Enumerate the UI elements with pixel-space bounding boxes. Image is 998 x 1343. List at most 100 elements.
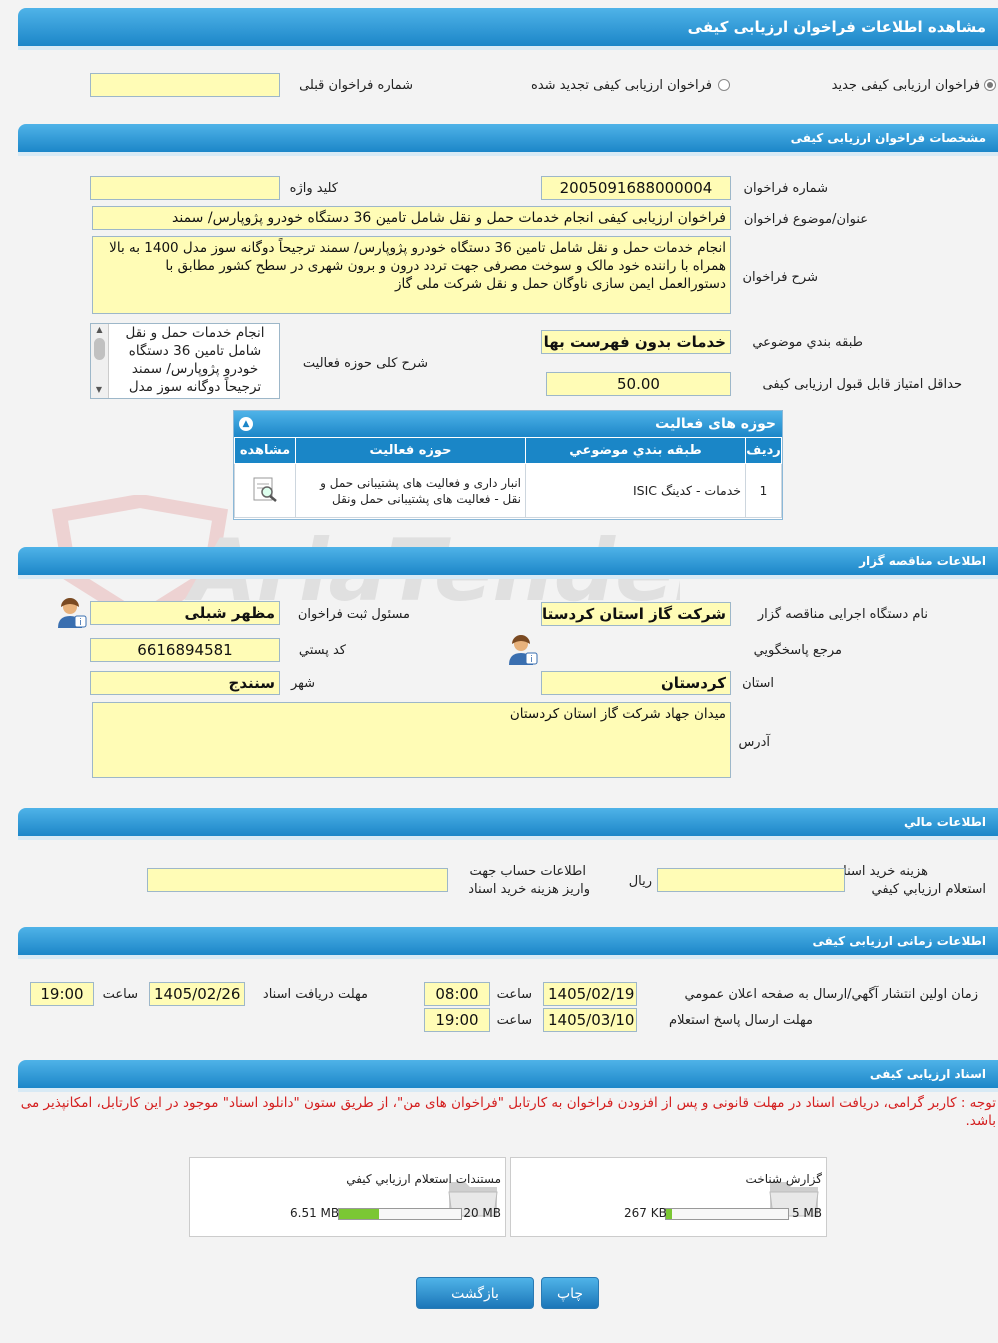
desc-label: شرح فراخوان: [742, 270, 819, 285]
min-score-label: حداقل امتیاز قابل قبول ارزیابی کیفی: [762, 377, 962, 392]
cell-view[interactable]: [234, 463, 296, 518]
address-label: آدرس: [738, 735, 770, 750]
previous-number-field[interactable]: [90, 73, 280, 97]
receive-date-field[interactable]: 1405/02/26: [149, 982, 245, 1006]
file-progress-fill: [339, 1209, 380, 1219]
file-name[interactable]: مستندات استعلام ارزيابي کيفي: [346, 1172, 501, 1186]
collapse-icon[interactable]: ▲: [239, 417, 253, 431]
reference-person-icon[interactable]: i: [508, 635, 538, 665]
radio-new[interactable]: [984, 79, 996, 91]
category-label: طبقه بندي موضوعي: [752, 335, 863, 350]
city-label: شهر: [290, 676, 315, 691]
print-button[interactable]: چاپ: [541, 1277, 599, 1309]
page-title: مشاهده اطلاعات فراخوان ارزیابی کیفی: [687, 18, 986, 36]
receive-label: مهلت دریافت اسناد: [262, 987, 368, 1002]
radio-renewed[interactable]: [718, 79, 730, 91]
min-score-field[interactable]: 50.00: [546, 372, 731, 396]
svg-text:i: i: [79, 618, 82, 628]
cell-field: انبار داری و فعالیت های پشتیبانی حمل و ن…: [295, 463, 526, 518]
desc-field[interactable]: انجام خدمات حمل و نقل شامل تامین 36 دستگ…: [92, 236, 731, 314]
scroll-thumb[interactable]: [94, 338, 105, 360]
account-label-2: واریز هزینه خرید اسناد: [468, 882, 590, 897]
city-field[interactable]: سنندج: [90, 671, 280, 695]
col-row: رديف: [745, 437, 782, 464]
category-field[interactable]: خدمات بدون فهرست بها: [541, 330, 731, 354]
publish-date-field[interactable]: 1405/02/19: [543, 982, 637, 1006]
reply-label: مهلت ارسال پاسخ استعلام: [669, 1013, 813, 1028]
keyword-label: کلید واژه: [289, 181, 338, 196]
subject-label: عنوان/موضوع فراخوان: [743, 212, 868, 227]
reply-date-field[interactable]: 1405/03/10: [543, 1008, 637, 1032]
number-label: شماره فراخوان: [743, 181, 829, 196]
documents-notice: توجه : کاربر گرامی، دریافت اسناد در مهلت…: [20, 1095, 996, 1129]
org-field[interactable]: شرکت گاز استان کردستان: [541, 602, 731, 626]
activities-header: حوزه های فعالیت ▲: [234, 411, 782, 437]
page-header: مشاهده اطلاعات فراخوان ارزیابی کیفی: [18, 8, 998, 50]
scroll-up-icon[interactable]: ▲: [91, 324, 108, 336]
file-card-docs[interactable]: مستندات استعلام ارزيابي کيفي 20 MB 6.51 …: [189, 1157, 506, 1237]
account-field[interactable]: [147, 868, 448, 892]
organizer-section-header: اطلاعات مناقصه گزار: [18, 547, 998, 579]
file-progress-fill: [666, 1209, 673, 1219]
spec-section-header: مشخصات فراخوان ارزیابی کیفی: [18, 124, 998, 156]
file-progress: [338, 1208, 462, 1220]
receive-time-field[interactable]: 19:00: [30, 982, 94, 1006]
reply-time-label: ساعت: [496, 1013, 532, 1028]
activity-listbox[interactable]: انجام خدمات حمل و نقل شامل تامین 36 دستگ…: [90, 323, 280, 399]
file-card-report[interactable]: گزارش شناخت 5 MB 267 KB: [510, 1157, 827, 1237]
financial-section-title: اطلاعات مالي: [903, 815, 986, 829]
publish-time-field[interactable]: 08:00: [424, 982, 490, 1006]
number-field[interactable]: 2005091688000004: [541, 176, 731, 200]
address-field[interactable]: میدان جهاد شرکت گاز استان کردستان: [92, 702, 731, 778]
table-row: 1 خدمات - کدینگ ISIC انبار داری و فعالیت…: [234, 463, 782, 518]
fee-field[interactable]: [657, 868, 845, 892]
file-size: 6.51 MB: [290, 1206, 340, 1220]
file-max: 20 MB: [463, 1206, 501, 1220]
org-label: نام دستگاه اجرایی مناقصه گزار: [757, 607, 928, 622]
activities-table: رديف طبقه بندي موضوعي حوزه فعالیت مشاهده…: [234, 437, 782, 518]
keyword-field[interactable]: [90, 176, 280, 200]
organizer-section-title: اطلاعات مناقصه گزار: [859, 554, 986, 568]
currency-label: ريال: [628, 874, 652, 889]
previous-number-label: شماره فراخوان قبلی: [299, 78, 413, 93]
col-view: مشاهده: [234, 437, 296, 464]
activity-text: انجام خدمات حمل و نقل شامل تامین 36 دستگ…: [125, 325, 265, 395]
registrar-person-icon[interactable]: i: [57, 598, 87, 628]
timing-section-title: اطلاعات زمانی ارزیابی کیفی: [812, 934, 986, 948]
spec-section-title: مشخصات فراخوان ارزیابی کیفی: [790, 131, 986, 145]
fee-label-2: استعلام ارزيابي کيفي: [871, 882, 987, 897]
cell-row: 1: [745, 463, 782, 518]
activities-panel: حوزه های فعالیت ▲ رديف طبقه بندي موضوعي …: [233, 410, 783, 520]
registrar-label: مسئول ثبت فراخوان: [297, 607, 410, 622]
file-progress: [665, 1208, 789, 1220]
scroll-down-icon[interactable]: ▼: [90, 384, 108, 396]
subject-field[interactable]: فراخوان ارزیابی کیفی انجام خدمات حمل و ن…: [92, 206, 731, 230]
account-label-1: اطلاعات حساب جهت: [469, 864, 586, 879]
reference-label: مرجع پاسخگويي: [753, 643, 842, 658]
timing-section-header: اطلاعات زمانی ارزیابی کیفی: [18, 927, 998, 959]
registrar-field[interactable]: مظهر شبلی: [90, 601, 280, 625]
publish-label: زمان اولين انتشار آگهي/ارسال به صفحه اعل…: [684, 987, 978, 1002]
province-label: استان: [742, 676, 774, 691]
publish-time-label: ساعت: [496, 987, 532, 1002]
fee-label-1: هزینه خرید اسناد: [837, 864, 928, 879]
documents-section-title: اسناد ارزیابی کیفی: [869, 1067, 986, 1081]
file-max: 5 MB: [791, 1206, 822, 1220]
svg-text:i: i: [530, 655, 533, 665]
back-button[interactable]: بازگشت: [416, 1277, 534, 1309]
radio-renewed-label: فراخوان ارزیابی کیفی تجدید شده: [531, 78, 712, 93]
file-name[interactable]: گزارش شناخت: [746, 1172, 822, 1186]
documents-section-header: اسناد ارزیابی کیفی: [18, 1060, 998, 1092]
province-field[interactable]: کردستان: [541, 671, 731, 695]
col-field: حوزه فعالیت: [295, 437, 526, 464]
activity-label: شرح کلی حوزه فعالیت: [302, 356, 428, 371]
postal-field[interactable]: 6616894581: [90, 638, 280, 662]
view-document-icon[interactable]: [250, 475, 280, 503]
reply-time-field[interactable]: 19:00: [424, 1008, 490, 1032]
postal-label: کد پستي: [298, 643, 346, 658]
activity-scrollbar[interactable]: ▲ ▼: [91, 324, 109, 398]
receive-time-label: ساعت: [102, 987, 138, 1002]
cell-category: خدمات - کدینگ ISIC: [525, 463, 746, 518]
activities-title: حوزه های فعالیت: [655, 416, 776, 432]
financial-section-header: اطلاعات مالي: [18, 808, 998, 840]
